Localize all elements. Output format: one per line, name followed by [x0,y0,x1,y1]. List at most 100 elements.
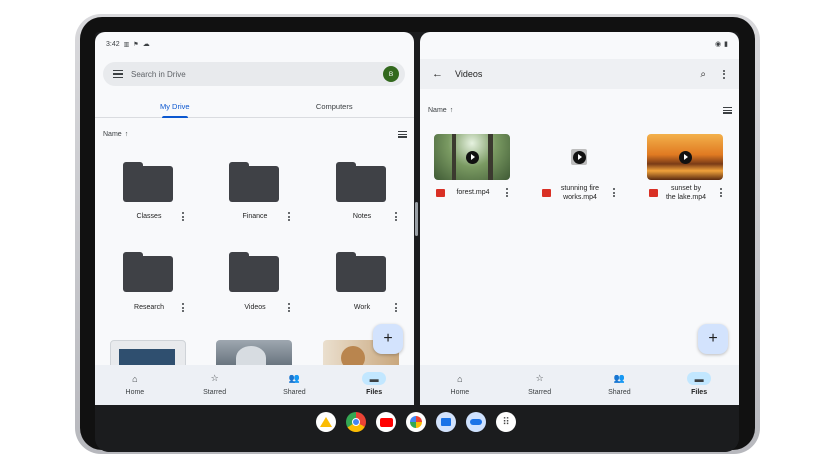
list-view-icon[interactable] [398,131,407,138]
sort-label: Name [428,107,447,114]
nav-home[interactable]: ⌂ Home [420,365,500,405]
bars-icon: ▥ [123,41,130,48]
folder-icon[interactable] [336,162,386,202]
video-thumbnail-forest[interactable] [434,134,510,180]
status-bar: 3:42 ▥ ⚑ ☁ [106,40,150,49]
folder-name-research: Research [134,304,164,311]
battery-icon: ▮ [724,41,728,48]
people-icon: 👥 [288,373,300,383]
more-icon[interactable] [394,212,397,221]
video-thumbnail-fireworks[interactable] [541,134,617,180]
nav-shared[interactable]: 👥 Shared [580,365,660,405]
star-icon: ☆ [535,373,544,383]
folder-icon: ▬ [687,372,712,385]
nav-files[interactable]: ▬ Files [659,365,739,405]
folder-icon[interactable] [229,162,279,202]
video-name-line-1: stunning fire [560,185,600,192]
more-icon[interactable] [505,188,508,197]
video-name-line-2: works.mp4 [563,193,597,201]
video-name-line-1: sunset by [671,185,701,192]
avatar[interactable]: B [383,66,399,82]
nav-starred[interactable]: ☆ Starred [500,365,580,405]
more-icon[interactable] [612,188,615,197]
folder-name-notes: Notes [352,213,372,220]
meet-icon[interactable] [466,412,486,432]
tablet-screen: 3:42 ▥ ⚑ ☁ Search in Drive B My Drive Co… [95,32,739,452]
more-icon[interactable] [719,188,722,197]
drive-pane: 3:42 ▥ ⚑ ☁ Search in Drive B My Drive Co… [95,32,414,405]
video-file-icon [436,189,445,197]
more-icon[interactable] [394,303,397,312]
menu-icon[interactable] [113,69,123,79]
drive-tabs: My Drive Computers [95,94,414,118]
status-bar-right: ◉ ▮ [715,40,728,48]
folder-icon[interactable] [229,252,279,292]
app-launcher-icon[interactable]: ⠿ [496,412,516,432]
signal-icon: ⚑ [133,41,139,48]
home-icon: ⌂ [132,373,138,384]
folder-name-videos: Videos [244,304,266,311]
search-icon[interactable]: ⌕ [700,69,706,80]
star-icon: ☆ [210,373,219,383]
sort-control[interactable]: Name ↑ [103,131,128,138]
folder-icon[interactable] [336,252,386,292]
page-title: Videos [455,69,483,79]
photos-icon[interactable] [406,412,426,432]
videos-pane: ◉ ▮ ← Videos ⌕ Name ↑ forest.mp4 stunnin… [420,32,739,405]
app-bar: ← Videos ⌕ [420,59,739,89]
nav-label: Shared [608,389,631,396]
search-bar[interactable]: Search in Drive B [103,62,405,86]
nav-label: Starred [203,389,227,396]
more-icon[interactable] [287,212,290,221]
play-icon [465,150,479,164]
new-button[interactable]: + [698,324,728,354]
folder-name-classes: Classes [136,213,162,220]
nav-home[interactable]: ⌂ Home [95,365,175,405]
nav-shared[interactable]: 👥 Shared [255,365,335,405]
video-file-icon [542,189,551,197]
video-name: sunset by the lake.mp4 [659,185,713,202]
sort-control[interactable]: Name ↑ [428,107,453,114]
tab-my-drive[interactable]: My Drive [95,94,255,118]
more-icon[interactable] [181,212,184,221]
folder-name-finance: Finance [242,213,268,220]
sort-label: Name [103,131,122,138]
chrome-icon[interactable] [346,412,366,432]
arrow-up-icon: ↑ [124,131,129,138]
nav-label: Starred [528,389,552,396]
wifi-icon: ◉ [715,41,722,48]
home-icon: ⌂ [457,373,463,384]
video-name: forest.mp4 [456,189,490,196]
bottom-navigation: ⌂ Home ☆ Starred 👥 Shared ▬ Files [420,365,739,405]
youtube-icon[interactable] [376,412,396,432]
files-icon[interactable] [436,412,456,432]
video-name: stunning fire works.mp4 [553,185,607,202]
nav-label: Files [366,389,383,396]
more-icon[interactable] [181,303,184,312]
tab-computers[interactable]: Computers [255,94,415,117]
video-file-icon [649,189,658,197]
drive-icon[interactable] [316,412,336,432]
back-arrow-icon[interactable]: ← [432,68,443,80]
folder-icon[interactable] [123,252,173,292]
nav-label: Home [450,389,470,396]
cloud-icon: ☁ [142,41,150,48]
bottom-navigation: ⌂ Home ☆ Starred 👥 Shared ▬ Files [95,365,414,405]
more-icon[interactable] [722,69,725,79]
new-button[interactable]: + [373,324,403,354]
play-icon [572,150,586,164]
folder-icon[interactable] [123,162,173,202]
nav-files[interactable]: ▬ Files [334,365,414,405]
video-name-line-2: the lake.mp4 [665,193,707,201]
app-dock: ⠿ [95,405,739,452]
split-divider-handle[interactable] [415,202,418,236]
folder-name-work: Work [353,304,371,311]
nav-starred[interactable]: ☆ Starred [175,365,255,405]
search-input[interactable]: Search in Drive [131,70,383,79]
nav-label: Files [691,389,708,396]
play-icon [678,150,692,164]
more-icon[interactable] [287,303,290,312]
status-time: 3:42 [106,40,120,48]
list-view-icon[interactable] [723,107,732,114]
video-thumbnail-sunset[interactable] [647,134,723,180]
